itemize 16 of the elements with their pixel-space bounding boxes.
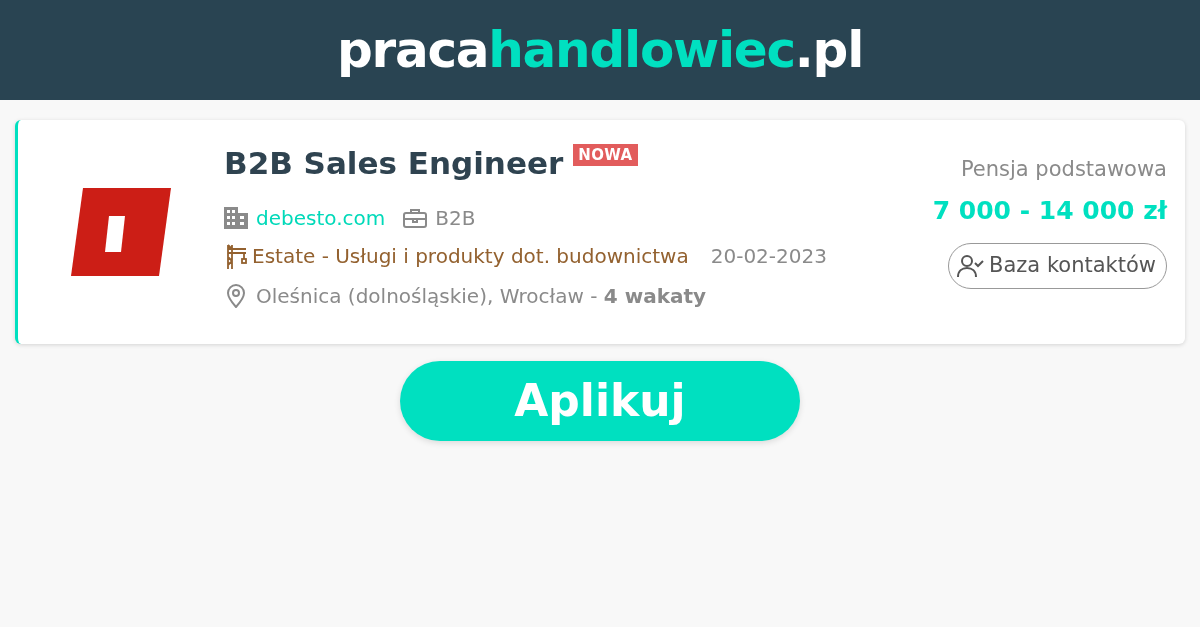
salary-range: 7 000 - 14 000 zł	[932, 194, 1167, 227]
briefcase-icon	[403, 208, 428, 228]
contract-type: B2B	[435, 205, 476, 232]
building-icon	[224, 207, 248, 229]
crane-icon	[224, 243, 248, 269]
salary-label: Pensja podstawowa	[960, 156, 1167, 183]
posted-date: 20-02-2023	[710, 243, 827, 270]
site-logo[interactable]: pracahandlowiec.pl	[336, 25, 864, 75]
user-check-icon	[957, 254, 986, 278]
job-title[interactable]: B2B Sales Engineer	[224, 144, 564, 182]
new-badge: NOWA	[573, 144, 638, 166]
industry-label: Estate - Usługi i produkty dot. budownictwa	[252, 243, 689, 270]
logo-icon	[71, 188, 171, 276]
contacts-button[interactable]: Baza kontaktów	[948, 243, 1167, 289]
location-pin-icon	[226, 284, 246, 308]
location-text: Oleśnica (dolnośląskie), Wrocław - 4 wakaty	[256, 283, 707, 310]
